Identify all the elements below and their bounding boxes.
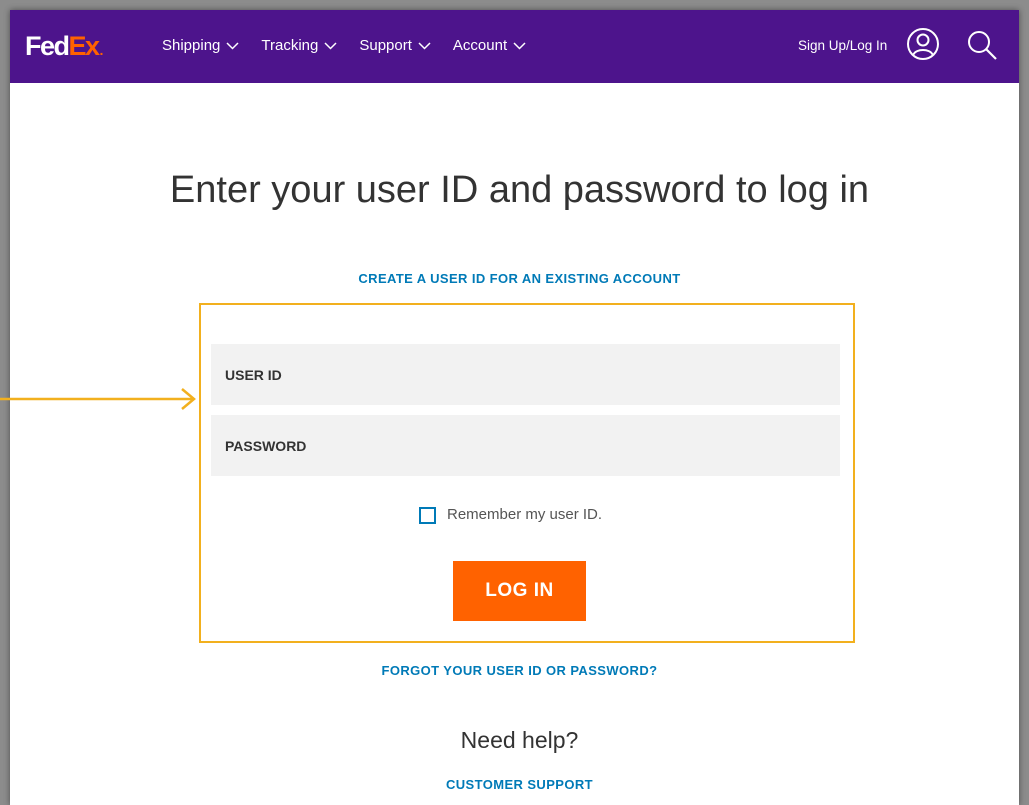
login-button[interactable]: LOG IN	[453, 561, 586, 621]
chevron-down-icon	[226, 42, 239, 50]
user-circle-icon[interactable]	[906, 27, 940, 61]
fedex-logo[interactable]: FedEx.	[25, 31, 103, 65]
search-icon[interactable]	[966, 29, 998, 61]
nav-tracking-label: Tracking	[261, 37, 319, 54]
nav-support[interactable]: Support	[359, 36, 431, 56]
forgot-credentials-link[interactable]: FORGOT YOUR USER ID OR PASSWORD?	[10, 663, 1019, 678]
signup-login-link[interactable]: Sign Up/Log In	[798, 36, 887, 56]
logo-fed: Fed	[25, 31, 70, 61]
chevron-down-icon	[324, 42, 337, 50]
remember-checkbox[interactable]	[419, 506, 436, 524]
chevron-down-icon	[418, 42, 431, 50]
logo-dot: .	[99, 42, 104, 58]
remember-label: Remember my user ID.	[447, 506, 603, 523]
nav-account[interactable]: Account	[453, 36, 526, 56]
chevron-down-icon	[513, 42, 526, 50]
nav-shipping-label: Shipping	[162, 37, 221, 54]
remember-user-id[interactable]: Remember my user ID.	[419, 505, 602, 525]
customer-support-link[interactable]: CUSTOMER SUPPORT	[10, 777, 1019, 792]
nav-tracking[interactable]: Tracking	[261, 36, 337, 56]
logo-ex: Ex	[68, 31, 101, 61]
arrow-right-icon	[0, 388, 196, 410]
main-nav: Shipping Tracking Support Account	[162, 36, 548, 56]
password-input[interactable]	[211, 415, 840, 476]
page-title: Enter your user ID and password to log i…	[169, 169, 870, 211]
top-navbar: FedEx. Shipping Tracking Support Account…	[10, 10, 1019, 83]
create-user-id-link[interactable]: CREATE A USER ID FOR AN EXISTING ACCOUNT	[10, 271, 1019, 286]
nav-support-label: Support	[359, 37, 412, 54]
nav-account-label: Account	[452, 37, 508, 54]
user-id-input[interactable]	[211, 344, 840, 405]
nav-shipping[interactable]: Shipping	[162, 36, 239, 56]
need-help-heading: Need help?	[460, 727, 579, 753]
